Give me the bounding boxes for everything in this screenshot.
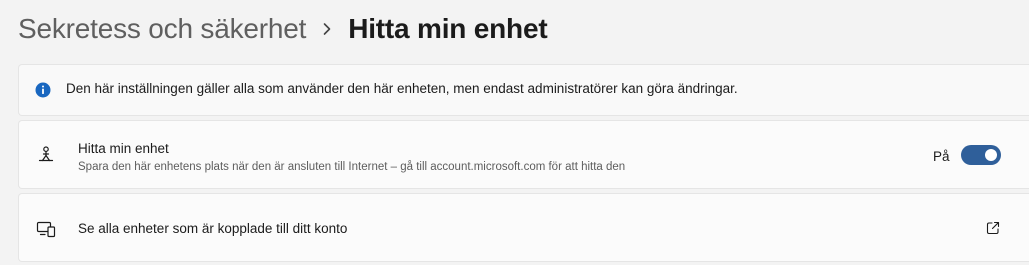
breadcrumb-parent-link[interactable]: Sekretess och säkerhet	[18, 13, 306, 45]
view-devices-title: Se alla enheter som är kopplade till dit…	[78, 221, 348, 236]
chevron-right-icon	[306, 10, 348, 48]
toggle-state-label: På	[933, 149, 950, 164]
info-text: Den här inställningen gäller alla som an…	[66, 81, 738, 96]
page-title: Hitta min enhet	[348, 13, 548, 44]
find-my-device-toggle[interactable]	[961, 145, 1001, 165]
info-bar: Den här inställningen gäller alla som an…	[18, 64, 1029, 116]
find-my-device-title: Hitta min enhet	[78, 141, 169, 156]
view-devices-row[interactable]: Se alla enheter som är kopplade till dit…	[18, 193, 1029, 262]
toggle-knob	[985, 149, 997, 161]
info-icon	[35, 82, 51, 98]
person-location-icon	[36, 145, 56, 165]
find-my-device-row: Hitta min enhet Spara den här enhetens p…	[18, 120, 1029, 189]
open-external-icon[interactable]	[986, 221, 1000, 235]
find-my-device-description: Spara den här enhetens plats när den är …	[78, 161, 626, 173]
devices-icon	[36, 219, 56, 239]
breadcrumb: Sekretess och säkerhet Hitta min enhet	[18, 10, 548, 48]
